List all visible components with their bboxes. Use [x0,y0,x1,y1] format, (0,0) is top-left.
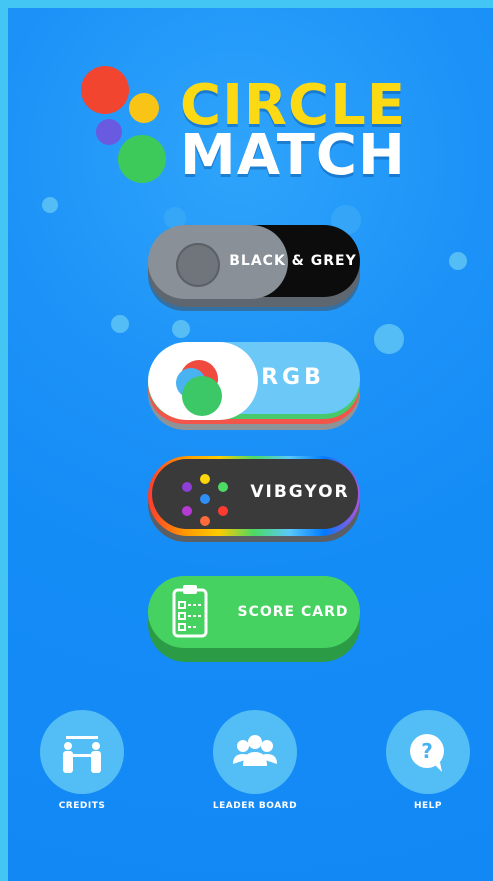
background-bubble [111,315,129,333]
black-and-grey-label: BLACK & GREY [229,253,357,269]
help-label: HELP [413,801,442,811]
credits-icon [63,736,101,773]
help-icon: ? [410,734,444,772]
credits-button[interactable] [40,710,124,794]
background-bubble [42,197,58,213]
leaderboard-button[interactable] [213,710,297,794]
leaderboard-icon [233,735,277,766]
game-menu-screen: CIRCLE MATCH BLACK & GREY RGB VIBGYOR SC… [8,8,493,881]
background-bubble [172,320,190,338]
black-and-grey-mode-button[interactable]: BLACK & GREY [148,225,360,311]
color-dot-icon [182,482,192,492]
rgb-label: RGB [261,365,325,390]
color-dot-icon [200,474,210,484]
svg-text:?: ? [421,739,433,763]
vibgyor-mode-button[interactable]: VIBGYOR [148,456,360,542]
background-bubble [449,252,467,270]
logo-purple-circle [96,119,122,145]
logo-green-circle [118,135,166,183]
score-card-button[interactable]: SCORE CARD [148,576,360,662]
vibgyor-label: VIBGYOR [250,482,350,502]
help-button[interactable]: ? [386,710,470,794]
green-circle-icon [182,376,222,416]
grey-circle-icon [176,243,220,287]
color-dot-icon [200,494,210,504]
clipboard-icon [172,585,208,638]
background-bubble [374,324,404,354]
color-dot-icon [218,506,228,516]
logo-yellow-circle [129,93,159,123]
title-match: MATCH [180,123,406,188]
score-card-label: SCORE CARD [237,604,349,620]
color-dot-icon [218,482,228,492]
credits-label: CREDITS [58,801,106,811]
color-dot-icon [200,516,210,526]
leaderboard-label: LEADER BOARD [212,801,298,811]
rgb-mode-button[interactable]: RGB [148,342,360,430]
color-dot-icon [182,506,192,516]
logo-red-circle [81,66,129,114]
